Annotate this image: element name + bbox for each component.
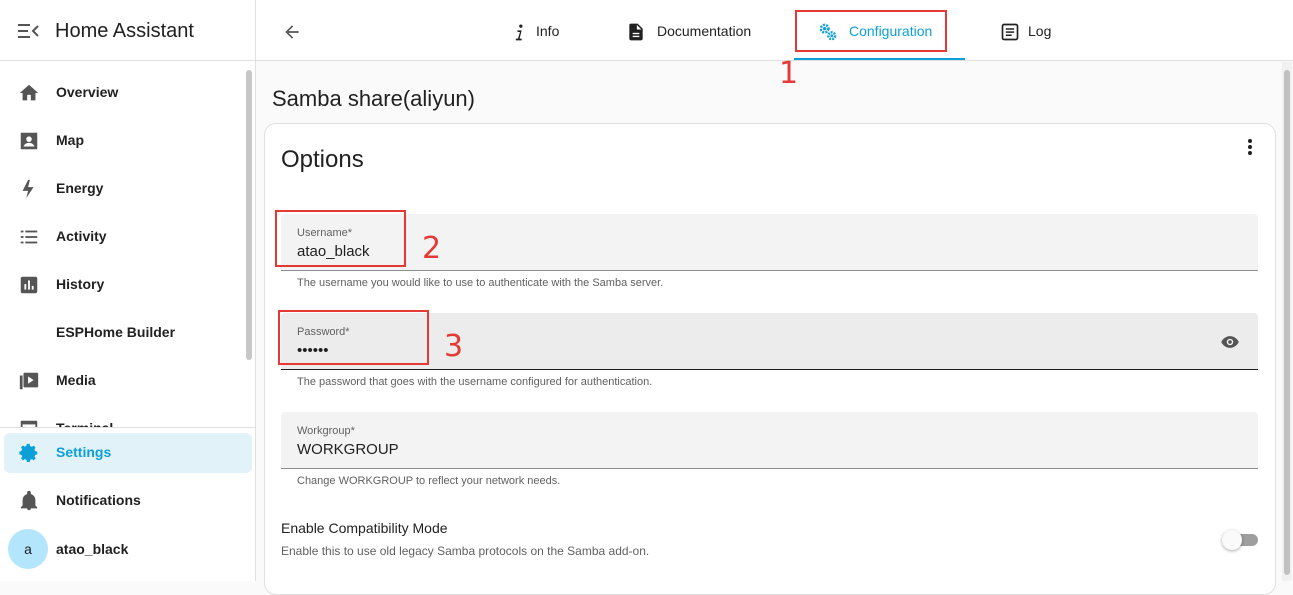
- sidebar-item-overview[interactable]: Overview: [4, 73, 246, 113]
- top-bar: Info Documentation Configuration Log: [256, 0, 1293, 61]
- sidebar-item-settings[interactable]: Settings: [4, 433, 252, 473]
- text-box-icon: [1001, 23, 1019, 41]
- sidebar-item-history[interactable]: History: [4, 265, 246, 305]
- sidebar-item-label: ESPHome Builder: [56, 324, 176, 340]
- sidebar-item-energy[interactable]: Energy: [4, 169, 246, 209]
- annotation-number-3: 3: [444, 329, 464, 364]
- sidebar-item-activity[interactable]: Activity: [4, 217, 246, 257]
- annotation-number-2: 2: [422, 231, 442, 266]
- sidebar-item-esphome-builder[interactable]: ESPHome Builder: [4, 313, 246, 353]
- page-title: Samba share(aliyun): [272, 86, 475, 111]
- sidebar-divider: [0, 427, 255, 428]
- sidebar-header: Home Assistant: [0, 0, 255, 61]
- sidebar-item-map[interactable]: Map: [4, 121, 246, 161]
- compat-mode-title: Enable Compatibility Mode: [281, 520, 448, 536]
- compat-mode-toggle[interactable]: [1222, 530, 1258, 550]
- workgroup-label: Workgroup*: [297, 425, 355, 437]
- menu-collapse-icon[interactable]: [18, 23, 40, 39]
- password-helper: The password that goes with the username…: [297, 376, 653, 388]
- toggle-thumb: [1222, 530, 1242, 550]
- play-box-icon: [19, 372, 39, 390]
- avatar[interactable]: a: [8, 529, 48, 569]
- annotation-number-1: 1: [779, 56, 799, 91]
- bell-icon: [20, 490, 38, 511]
- annotation-box-1: [795, 10, 947, 52]
- workgroup-field[interactable]: Workgroup* WORKGROUP: [281, 412, 1258, 469]
- chart-box-icon: [20, 276, 38, 294]
- user-name[interactable]: atao_black: [56, 541, 128, 557]
- home-icon: [19, 84, 39, 101]
- app-title: Home Assistant: [55, 20, 194, 42]
- card-title: Options: [281, 146, 364, 173]
- workgroup-helper: Change WORKGROUP to reflect your network…: [297, 475, 561, 487]
- annotation-box-2: [275, 210, 406, 267]
- workgroup-value: WORKGROUP: [297, 441, 399, 458]
- main-scrollbar[interactable]: [1284, 70, 1290, 575]
- active-tab-indicator: [794, 58, 965, 60]
- sidebar-item-label: Media: [56, 372, 96, 388]
- sidebar-item-label: Map: [56, 132, 84, 148]
- tab-label: Documentation: [657, 23, 752, 39]
- document-icon: [629, 23, 643, 41]
- sidebar-item-label: Energy: [56, 180, 104, 196]
- sidebar-item-label: Settings: [56, 444, 112, 460]
- username-helper: The username you would like to use to au…: [297, 277, 664, 289]
- arrow-left-icon[interactable]: [282, 22, 302, 42]
- sidebar-item-label: Notifications: [56, 492, 141, 508]
- tab-log[interactable]: Log: [998, 0, 1068, 60]
- eye-icon[interactable]: [1220, 332, 1240, 352]
- sidebar-item-label: Overview: [56, 84, 119, 100]
- sidebar-scrollbar[interactable]: [246, 70, 252, 360]
- annotation-box-3: [278, 310, 429, 365]
- info-italic-icon: [515, 24, 523, 41]
- tab-info[interactable]: Info: [506, 0, 576, 60]
- sidebar: Home Assistant Overview Map Energy Activ…: [0, 0, 256, 581]
- gear-icon: [19, 443, 38, 462]
- tab-label: Info: [536, 23, 560, 39]
- sidebar-item-terminal[interactable]: Terminal: [4, 409, 246, 428]
- lightning-bolt-icon: [22, 179, 34, 199]
- sidebar-item-label: History: [56, 276, 105, 292]
- sidebar-item-notifications[interactable]: Notifications: [4, 481, 252, 521]
- sidebar-item-media[interactable]: Media: [4, 361, 246, 401]
- map-icon: [20, 132, 38, 150]
- compat-mode-description: Enable this to use old legacy Samba prot…: [281, 544, 650, 558]
- sidebar-nav: Overview Map Energy Activity History ESP…: [0, 61, 246, 428]
- tab-documentation[interactable]: Documentation: [626, 0, 766, 60]
- tab-label: Log: [1028, 23, 1052, 39]
- more-vertical-icon[interactable]: [1240, 137, 1260, 157]
- list-icon: [20, 230, 38, 244]
- sidebar-item-label: Activity: [56, 228, 107, 244]
